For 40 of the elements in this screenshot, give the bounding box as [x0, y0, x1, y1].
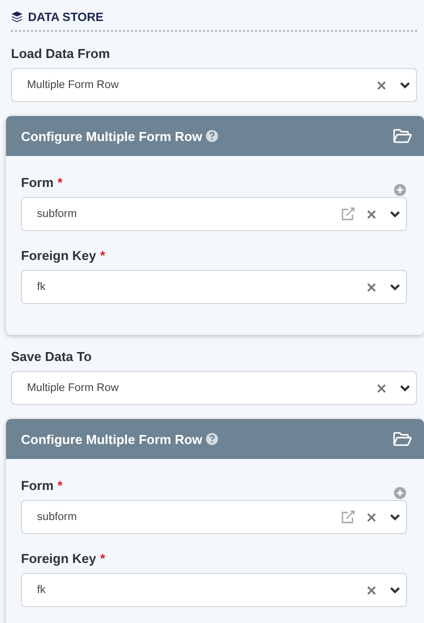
clear-icon[interactable]: [367, 282, 376, 292]
panel-title: Configure Multiple Form Row: [21, 432, 202, 446]
section-title: DATA STORE: [28, 10, 104, 24]
edit-icon[interactable]: [341, 510, 355, 524]
field-label: Save Data To: [11, 349, 93, 364]
field-label: Form: [21, 478, 54, 493]
chevron-down-icon[interactable]: [400, 384, 410, 392]
field-label: Load Data From: [11, 46, 111, 61]
chevron-down-icon[interactable]: [390, 586, 400, 594]
select-field[interactable]: Multiple Form Row: [11, 68, 417, 102]
clear-icon[interactable]: [367, 210, 376, 218]
required-mark: *: [58, 478, 63, 493]
required-mark: *: [100, 248, 106, 263]
chevron-down-icon[interactable]: [390, 514, 400, 520]
clear-icon[interactable]: [377, 80, 386, 90]
select-field[interactable]: fk: [21, 270, 407, 304]
clear-icon[interactable]: [377, 384, 386, 392]
clear-icon[interactable]: [367, 586, 376, 594]
required-mark: *: [100, 551, 106, 566]
field-label: Foreign Key: [21, 248, 96, 263]
select-field[interactable]: subform: [21, 500, 407, 534]
select-field[interactable]: Multiple Form Row: [11, 371, 417, 405]
add-icon[interactable]: [394, 184, 406, 196]
chevron-down-icon[interactable]: [400, 82, 410, 88]
clear-icon[interactable]: [367, 512, 376, 522]
help-icon[interactable]: [206, 130, 218, 142]
panel-title: Configure Multiple Form Row: [21, 128, 202, 144]
required-mark: *: [58, 175, 63, 190]
help-icon[interactable]: [206, 433, 218, 445]
folder-open-icon[interactable]: [393, 432, 412, 446]
select-field[interactable]: subform: [21, 197, 407, 231]
select-field[interactable]: fk: [21, 573, 407, 607]
add-icon[interactable]: [394, 487, 406, 499]
field-label: Foreign Key: [21, 551, 96, 566]
folder-open-icon[interactable]: [393, 129, 412, 143]
field-label: Form: [21, 175, 54, 190]
layers-icon: [11, 11, 23, 23]
chevron-down-icon[interactable]: [390, 284, 400, 290]
edit-icon[interactable]: [341, 207, 355, 221]
chevron-down-icon[interactable]: [390, 210, 400, 218]
